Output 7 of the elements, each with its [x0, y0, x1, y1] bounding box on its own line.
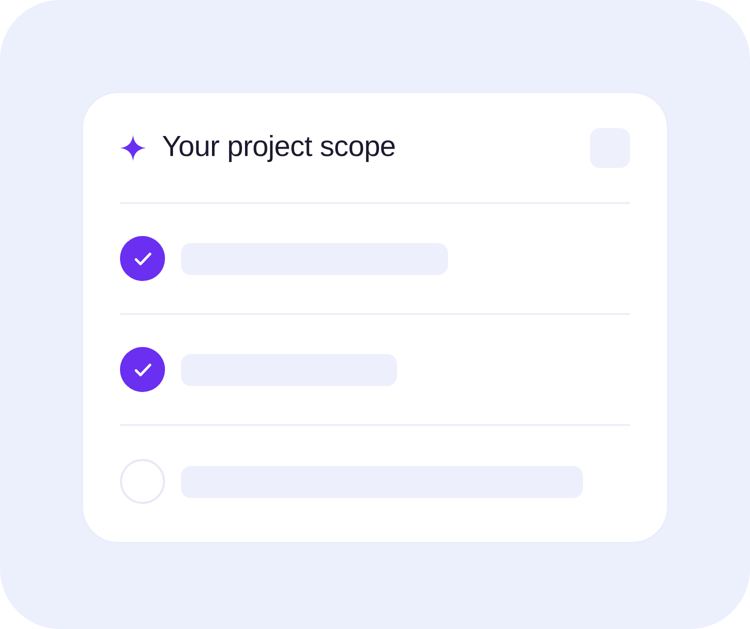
checkbox[interactable] [120, 236, 165, 281]
checkbox[interactable] [120, 459, 165, 504]
check-icon [134, 362, 152, 376]
card-title: Your project scope [162, 130, 396, 165]
checkbox[interactable] [120, 347, 165, 392]
sparkle-icon [120, 134, 146, 160]
check-icon [134, 252, 152, 266]
